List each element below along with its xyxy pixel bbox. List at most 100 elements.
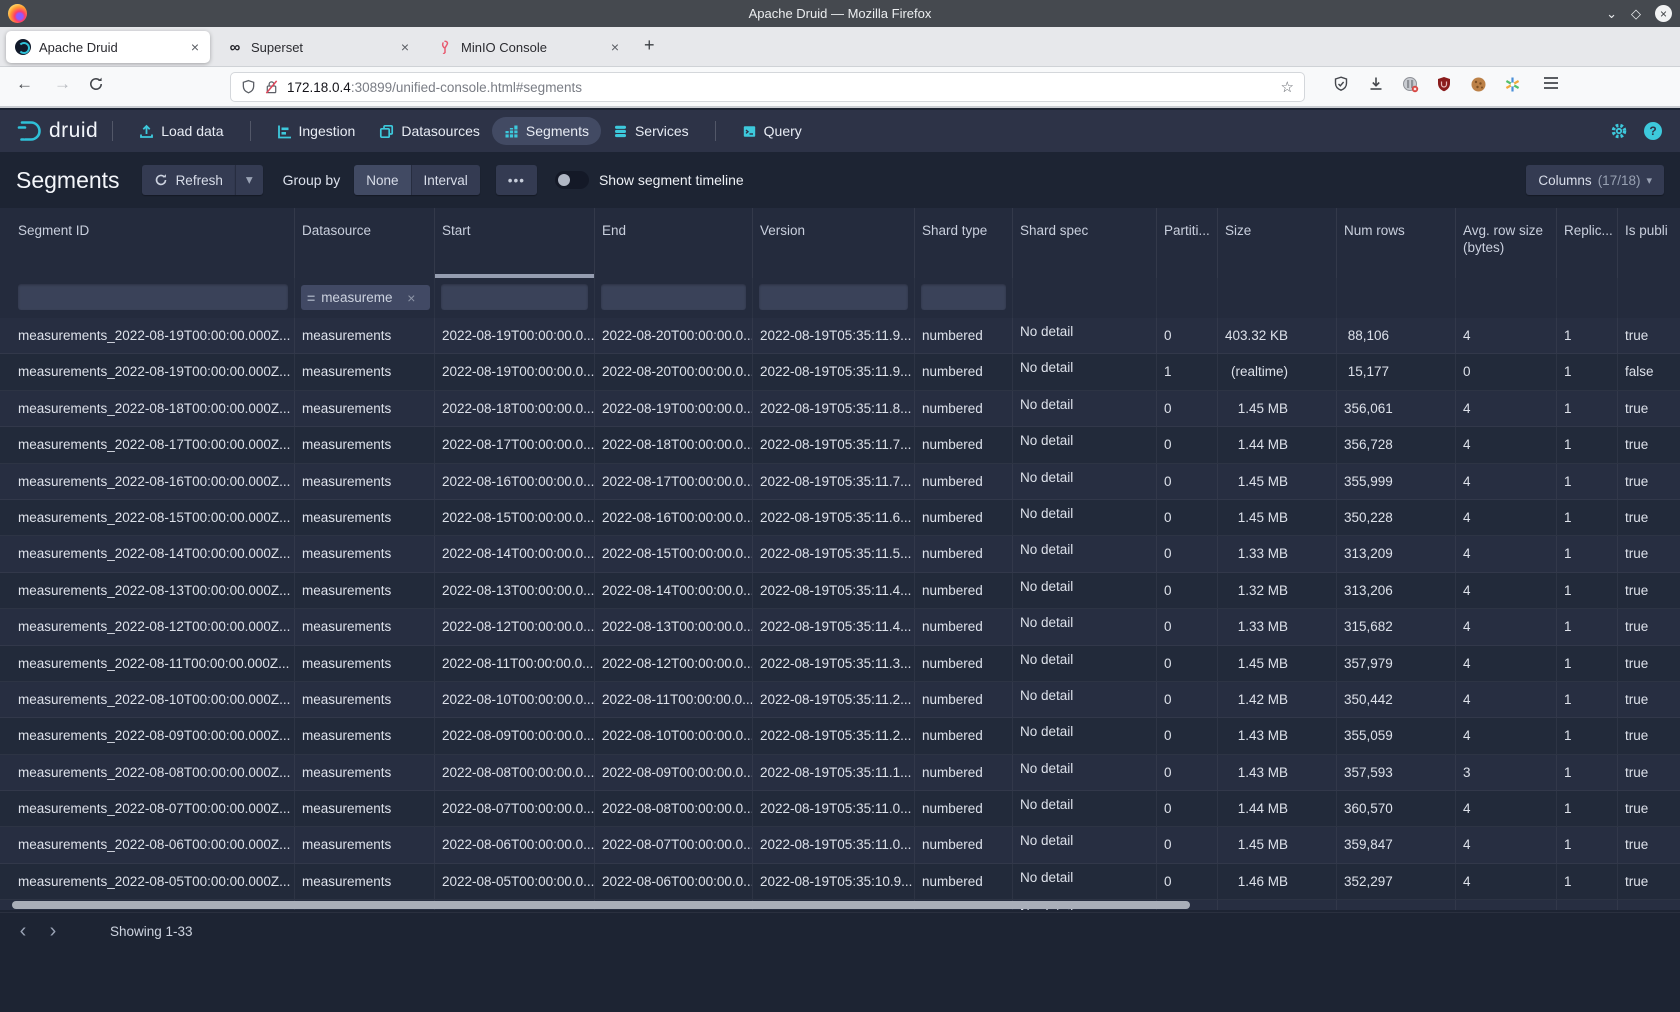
table-row[interactable]: measurements_2022-08-10T00:00:00.000Z...… bbox=[0, 682, 1680, 718]
close-icon[interactable]: × bbox=[1655, 5, 1672, 22]
segment-timeline-toggle[interactable] bbox=[555, 171, 589, 189]
cell-is_published: true bbox=[1618, 682, 1680, 718]
back-button[interactable]: ← bbox=[16, 74, 33, 94]
cell-partition: 0 bbox=[1157, 718, 1218, 754]
column-header-datasource[interactable]: Datasource bbox=[295, 208, 435, 278]
remove-filter-icon[interactable]: × bbox=[407, 290, 415, 306]
filter-input-version[interactable] bbox=[759, 284, 908, 310]
ublock-icon[interactable] bbox=[1436, 76, 1452, 92]
cell-segment_id: measurements_2022-08-15T00:00:00.000Z... bbox=[0, 500, 295, 536]
refresh-caret-button[interactable]: ▾ bbox=[235, 165, 263, 195]
column-header-version[interactable]: Version bbox=[753, 208, 915, 278]
nav-query[interactable]: Query bbox=[730, 117, 814, 145]
cell-shard_spec: No detail bbox=[1013, 718, 1157, 754]
downloads-icon[interactable] bbox=[1368, 76, 1384, 92]
horizontal-scrollbar[interactable] bbox=[12, 901, 1190, 909]
datasource-filter-chip[interactable]: =measureme× bbox=[301, 285, 430, 310]
table-row[interactable]: measurements_2022-08-17T00:00:00.000Z...… bbox=[0, 427, 1680, 463]
group-by-none-button[interactable]: None bbox=[354, 165, 410, 195]
tab-apache-druid[interactable]: Apache Druid × bbox=[6, 31, 210, 63]
column-header-is_published[interactable]: Is publi bbox=[1618, 208, 1680, 278]
hamburger-menu-icon[interactable] bbox=[1543, 76, 1559, 90]
filter-input-end[interactable] bbox=[601, 284, 746, 310]
cell-datasource: measurements bbox=[295, 609, 435, 645]
table-row[interactable]: measurements_2022-08-18T00:00:00.000Z...… bbox=[0, 391, 1680, 427]
column-header-end[interactable]: End bbox=[595, 208, 753, 278]
table-row[interactable]: measurements_2022-08-07T00:00:00.000Z...… bbox=[0, 791, 1680, 827]
cell-datasource: measurements bbox=[295, 791, 435, 827]
group-by-interval-button[interactable]: Interval bbox=[411, 165, 480, 195]
asterisk-extension-icon[interactable] bbox=[1504, 76, 1521, 93]
table-row[interactable]: measurements_2022-08-06T00:00:00.000Z...… bbox=[0, 827, 1680, 863]
table-row[interactable]: measurements_2022-08-11T00:00:00.000Z...… bbox=[0, 646, 1680, 682]
tab-superset[interactable]: ∞ Superset × bbox=[218, 31, 420, 63]
cell-segment_id: measurements_2022-08-14T00:00:00.000Z... bbox=[0, 536, 295, 572]
filter-input-shard_type[interactable] bbox=[921, 284, 1006, 310]
settings-gear-icon[interactable] bbox=[1610, 122, 1628, 140]
bookmark-star-icon[interactable]: ☆ bbox=[1281, 78, 1294, 96]
cell-version: 2022-08-19T05:35:11.9... bbox=[753, 318, 915, 354]
nav-datasources[interactable]: Datasources bbox=[367, 117, 492, 145]
cell-size: 1.45 MB bbox=[1218, 646, 1337, 682]
column-header-shard_spec[interactable]: Shard spec bbox=[1013, 208, 1157, 278]
prev-page-button[interactable]: ‹ bbox=[8, 920, 38, 943]
tab-minio[interactable]: MinIO Console × bbox=[428, 31, 630, 63]
column-header-num_rows[interactable]: Num rows bbox=[1337, 208, 1456, 278]
cell-partition: 0 bbox=[1157, 864, 1218, 900]
cell-is_published: true bbox=[1618, 609, 1680, 645]
column-header-shard_type[interactable]: Shard type bbox=[915, 208, 1013, 278]
table-row[interactable]: measurements_2022-08-14T00:00:00.000Z...… bbox=[0, 536, 1680, 572]
table-row[interactable]: measurements_2022-08-16T00:00:00.000Z...… bbox=[0, 464, 1680, 500]
columns-button[interactable]: Columns (17/18) ▾ bbox=[1526, 165, 1664, 195]
cell-version: 2022-08-19T05:35:11.2... bbox=[753, 682, 915, 718]
nav-segments[interactable]: Segments bbox=[492, 117, 601, 145]
container-tabs-icon[interactable] bbox=[1402, 76, 1419, 93]
table-row[interactable]: measurements_2022-08-15T00:00:00.000Z...… bbox=[0, 500, 1680, 536]
cell-replication bbox=[1557, 900, 1618, 910]
filter-input-segment_id[interactable] bbox=[18, 284, 288, 310]
cell-datasource: measurements bbox=[295, 318, 435, 354]
url-bar[interactable]: 172.18.0.4:30899/unified-console.html#se… bbox=[230, 72, 1305, 102]
maximize-icon[interactable]: ◇ bbox=[1631, 7, 1641, 20]
table-row[interactable]: measurements_2022-08-05T00:00:00.000Z...… bbox=[0, 864, 1680, 900]
forward-button[interactable]: → bbox=[54, 74, 71, 94]
help-icon[interactable]: ? bbox=[1644, 122, 1662, 140]
column-header-avg_row_size[interactable]: Avg. row size (bytes) bbox=[1456, 208, 1557, 278]
minimize-icon[interactable]: ⌄ bbox=[1606, 7, 1617, 20]
cookie-extension-icon[interactable] bbox=[1470, 76, 1487, 93]
column-header-size[interactable]: Size bbox=[1218, 208, 1337, 278]
cell-is_published: true bbox=[1618, 391, 1680, 427]
cell-segment_id: measurements_2022-08-17T00:00:00.000Z... bbox=[0, 427, 295, 463]
column-header-replication[interactable]: Replic... bbox=[1557, 208, 1618, 278]
table-row[interactable]: measurements_2022-08-12T00:00:00.000Z...… bbox=[0, 609, 1680, 645]
table-row[interactable]: measurements_2022-08-08T00:00:00.000Z...… bbox=[0, 755, 1680, 791]
cell-is_published: true bbox=[1618, 536, 1680, 572]
nav-load-data[interactable]: Load data bbox=[127, 117, 235, 145]
insecure-lock-icon[interactable] bbox=[264, 79, 279, 95]
cell-replication: 1 bbox=[1557, 354, 1618, 390]
column-header-segment_id[interactable]: Segment ID bbox=[0, 208, 295, 278]
reload-button[interactable] bbox=[88, 76, 104, 92]
cell-replication: 1 bbox=[1557, 609, 1618, 645]
table-row[interactable]: measurements_2022-08-19T00:00:00.000Z...… bbox=[0, 354, 1680, 390]
column-header-start[interactable]: Start bbox=[435, 208, 595, 278]
refresh-button[interactable]: Refresh bbox=[142, 165, 235, 195]
table-row[interactable]: measurements_2022-08-19T00:00:00.000Z...… bbox=[0, 318, 1680, 354]
tab-close-icon[interactable]: × bbox=[189, 39, 201, 55]
nav-services[interactable]: Services bbox=[601, 117, 701, 145]
column-header-partition[interactable]: Partiti... bbox=[1157, 208, 1218, 278]
druid-logo[interactable]: druid bbox=[16, 118, 98, 144]
next-page-button[interactable]: › bbox=[38, 920, 68, 943]
cell-start: 2022-08-19T00:00:00.0... bbox=[435, 318, 595, 354]
nav-ingestion[interactable]: Ingestion bbox=[265, 117, 368, 145]
table-row[interactable]: measurements_2022-08-13T00:00:00.000Z...… bbox=[0, 573, 1680, 609]
more-options-button[interactable]: ••• bbox=[496, 165, 537, 195]
table-row[interactable]: measurements_2022-08-09T00:00:00.000Z...… bbox=[0, 718, 1680, 754]
tab-close-icon[interactable]: × bbox=[609, 39, 621, 55]
druid-navbar: druid Load data Ingestion Datasources Se… bbox=[0, 110, 1680, 152]
extension-shield-icon[interactable] bbox=[1333, 76, 1349, 92]
new-tab-button[interactable]: + bbox=[644, 35, 655, 56]
filter-input-start[interactable] bbox=[441, 284, 588, 310]
tab-close-icon[interactable]: × bbox=[399, 39, 411, 55]
tracking-shield-icon[interactable] bbox=[241, 79, 256, 95]
